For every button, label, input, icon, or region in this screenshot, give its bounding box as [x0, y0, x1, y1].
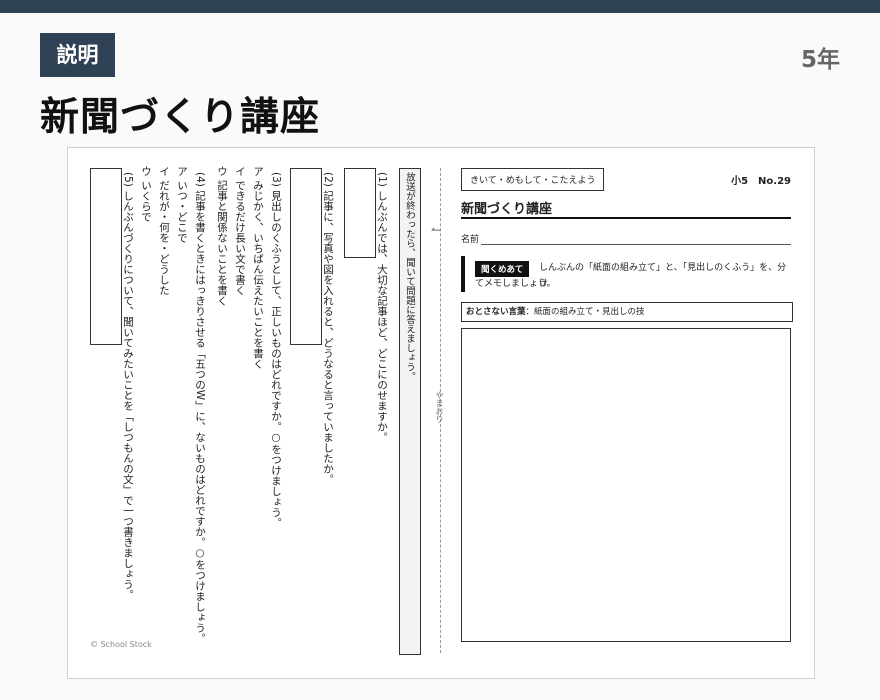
listening-goal: 聞くめあて しんぶんの「紙面の組み立て」と、「見出しのくふう」を、分け てメモし…	[461, 256, 795, 292]
question-1: (1) しんぶんでは、大切な記事ほど、どこにのせますか。	[376, 172, 388, 443]
category-badge: 説明	[40, 33, 115, 77]
question-3-option-a: ア みじかく、いちばん伝えたいことを書く	[252, 166, 264, 369]
key-words-label: おとさない言葉	[466, 307, 526, 317]
memo-box	[461, 328, 791, 642]
key-words-text: ：紙面の組み立て・見出しの技	[525, 307, 645, 317]
copyright: © School Stock	[90, 640, 152, 649]
top-bar	[0, 0, 880, 13]
answer-box-5	[90, 168, 122, 345]
answer-box-1	[344, 168, 376, 258]
fold-label: やまおり	[435, 391, 444, 423]
title-rule	[461, 217, 791, 219]
activity-tag: きいて・めもして・こたえよう	[461, 168, 605, 191]
question-3-option-i: イ できるだけ長い文で書く	[234, 166, 246, 296]
question-3-option-u: ウ 記事と関係ないことを書く	[216, 166, 228, 306]
worksheet-preview: 放送が終わったら、聞いて問題に答えましょう。 (1) しんぶんでは、大切な記事ほ…	[67, 147, 815, 679]
name-label: 名前	[461, 235, 480, 245]
key-words-box: おとさない言葉：紙面の組み立て・見出しの技	[461, 302, 793, 322]
grade-label: 5年	[800, 47, 840, 73]
fold-mark-icon: ↼	[431, 223, 442, 237]
listening-goal-line2: てメモしましょう。	[475, 279, 556, 289]
question-4-option-a: ア いつ・どこで	[176, 166, 188, 243]
page-title: 新聞づくり講座	[40, 95, 321, 140]
worksheet-number: 小5 No.29	[731, 176, 791, 187]
listening-goal-line1: しんぶんの「紙面の組み立て」と、「見出しのくふう」を、分け	[539, 263, 787, 289]
question-4-option-i: イ だれが・何を・どうした	[158, 166, 170, 296]
answer-box-2	[290, 168, 322, 345]
question-4-option-u: ウ いくらで	[140, 166, 152, 222]
question-5: (5) しんぶんづくりについて、聞いてみたいことを「しつもんの文」で一つ書きまし…	[122, 172, 134, 600]
right-page: きいて・めもして・こたえよう 小5 No.29 新聞づくり講座 名前 聞くめあて…	[461, 166, 793, 666]
listening-goal-tag: 聞くめあて	[475, 261, 530, 277]
question-3: (3) 見出しのくふうとして、正しいものはどれですか。○をつけましょう。	[270, 172, 282, 528]
instruction-text: 放送が終わったら、聞いて問題に答えましょう。	[404, 172, 415, 381]
name-line	[481, 244, 791, 245]
question-2: (2) 記事に、写真や図を入れると、どうなると言っていましたか。	[322, 172, 334, 485]
worksheet-title: 新聞づくり講座	[461, 202, 553, 217]
question-4: (4) 記事を書くときにはっきりさせる「五つのW」に、ないものはどれですか。○を…	[194, 172, 206, 644]
